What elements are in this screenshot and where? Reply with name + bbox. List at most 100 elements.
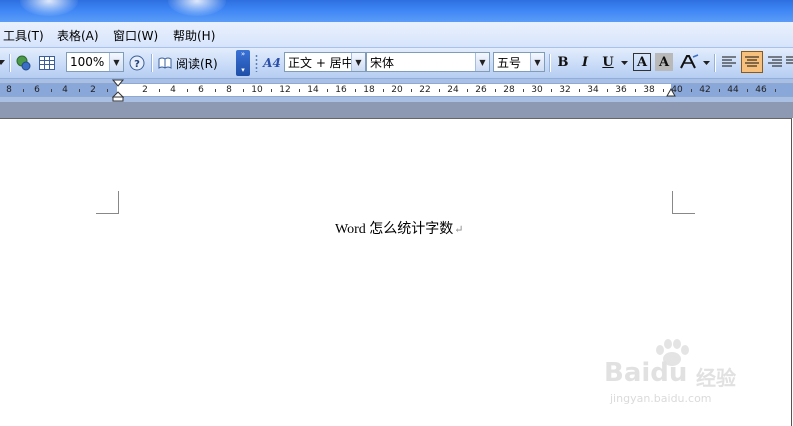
ruler-tick (467, 89, 468, 92)
menu-window[interactable]: 窗口(W) (113, 27, 158, 44)
indent-marker-icon[interactable] (112, 79, 124, 102)
ruler-tick-label: 46 (755, 85, 767, 95)
toolbar-separator (549, 54, 551, 72)
font-size-value: 五号 (497, 55, 522, 70)
ruler-tick (271, 89, 272, 92)
ruler-tick (495, 89, 496, 92)
font-combo[interactable]: 宋体 ▼ (366, 52, 490, 72)
ruler-tick-label: 22 (419, 85, 431, 95)
horizontal-ruler[interactable]: 8 6 4 2 2 4 6 8 10 12 14 16 18 20 22 24 26 28 30 32 34 36 38 40… (0, 79, 793, 102)
ruler-tick (215, 89, 216, 92)
ruler-tick-label: 18 (363, 85, 375, 95)
character-shading-button[interactable]: A (655, 53, 673, 71)
menu-tools[interactable]: 工具(T) (3, 27, 44, 44)
document-body-text[interactable]: Word 怎么统计字数↵ (335, 218, 463, 238)
ruler-tick (691, 89, 692, 92)
ruler-tick-label: 14 (307, 85, 319, 95)
ruler-tick (327, 89, 328, 92)
dropdown-arrow-icon[interactable] (0, 53, 6, 73)
menu-help[interactable]: 帮助(H) (173, 27, 215, 44)
ruler-tick-label: 12 (279, 85, 291, 95)
watermark-brand: Baidu (604, 358, 688, 388)
character-border-button[interactable]: A (633, 53, 651, 71)
ruler-tick (299, 89, 300, 92)
ruler-left-margin (0, 84, 117, 96)
ruler-tick-label: 38 (643, 85, 655, 95)
ruler-tick-label: 20 (391, 85, 403, 95)
align-center-icon[interactable] (741, 51, 763, 73)
open-book-icon (158, 57, 172, 69)
toolbar-separator (714, 54, 716, 72)
ruler-tick-label: 8 (226, 85, 232, 95)
ruler-tick (747, 89, 748, 92)
read-mode-label: 阅读(R) (176, 56, 218, 71)
ruler-tick-label: 2 (90, 85, 96, 95)
style-combo[interactable]: 正文 + 居中 ▼ (284, 52, 366, 72)
drawing-tool-icon[interactable] (14, 53, 34, 73)
ruler-tick-label: 26 (475, 85, 487, 95)
table-grid-icon[interactable] (37, 53, 57, 73)
chevron-down-icon[interactable]: ▼ (351, 53, 365, 71)
bold-button[interactable]: B (553, 52, 573, 72)
ruler-tick (719, 89, 720, 92)
svg-text:?: ? (134, 59, 140, 70)
zoom-value: 100% (70, 55, 105, 69)
ruler-tick-label: 2 (142, 85, 148, 95)
ruler-tick-label: 42 (699, 85, 711, 95)
style-value: 正文 + 居中 (288, 55, 351, 70)
ruler-tick (23, 89, 24, 92)
document-text: Word 怎么统计字数 (335, 222, 454, 237)
help-icon[interactable]: ? (128, 53, 146, 73)
toolbar-separator (151, 54, 153, 72)
title-bar (0, 0, 793, 22)
chevron-down-icon[interactable]: ▼ (530, 53, 544, 71)
ruler-tick (579, 89, 580, 92)
chevron-down-icon[interactable] (701, 53, 711, 73)
ruler-tick (635, 89, 636, 92)
ruler-tick (187, 89, 188, 92)
ruler-tick (775, 89, 776, 92)
ruler-tick-label: 4 (62, 85, 68, 95)
ruler-tick-label: 30 (531, 85, 543, 95)
chevron-down-icon[interactable]: ▼ (109, 53, 123, 71)
font-size-combo[interactable]: 五号 ▼ (493, 52, 545, 72)
justify-icon[interactable] (785, 52, 793, 72)
read-mode-button[interactable]: 阅读(R) (158, 53, 218, 73)
ruler-tick (551, 89, 552, 92)
menu-table[interactable]: 表格(A) (57, 27, 99, 44)
chevron-down-icon[interactable]: ▼ (475, 53, 489, 71)
ruler-tick-label: 6 (198, 85, 204, 95)
ruler-tick (159, 89, 160, 92)
ruler-tick (51, 89, 52, 92)
right-indent-marker-icon[interactable] (666, 88, 676, 98)
ruler-tick-label: 36 (615, 85, 627, 95)
italic-button[interactable]: I (575, 52, 595, 72)
ruler-tick (243, 89, 244, 92)
underline-button[interactable]: U (598, 52, 618, 72)
menu-bar: 工具(T) 表格(A) 窗口(W) 帮助(H) (0, 22, 793, 48)
ruler-tick-label: 4 (170, 85, 176, 95)
ruler-tick-label: 34 (587, 85, 599, 95)
styles-pane-label: A4 (263, 56, 281, 70)
ruler-tick (355, 89, 356, 92)
ruler-tick-label: 32 (559, 85, 571, 95)
ruler-tick (607, 89, 608, 92)
align-left-icon[interactable] (719, 52, 739, 72)
page-gap (0, 102, 793, 118)
font-value: 宋体 (370, 55, 395, 70)
toolbar-options-chevron[interactable]: » ▾ (236, 50, 250, 76)
ruler-tick-label: 16 (335, 85, 347, 95)
text-effects-icon[interactable] (678, 52, 700, 72)
title-glow-decoration (20, 0, 78, 16)
toolbar-grip-handle[interactable] (255, 54, 258, 72)
ruler-tick-label: 44 (727, 85, 739, 95)
ruler-tick (383, 89, 384, 92)
styles-pane-icon[interactable]: A4 (262, 53, 282, 73)
align-right-icon[interactable] (765, 52, 785, 72)
margin-corner-mark (672, 191, 695, 214)
ruler-tick-label: 10 (251, 85, 263, 95)
paragraph-mark-icon: ↵ (454, 224, 464, 236)
chevron-down-icon[interactable] (619, 53, 629, 73)
ruler-tick (523, 89, 524, 92)
zoom-combo[interactable]: 100% ▼ (66, 52, 124, 72)
